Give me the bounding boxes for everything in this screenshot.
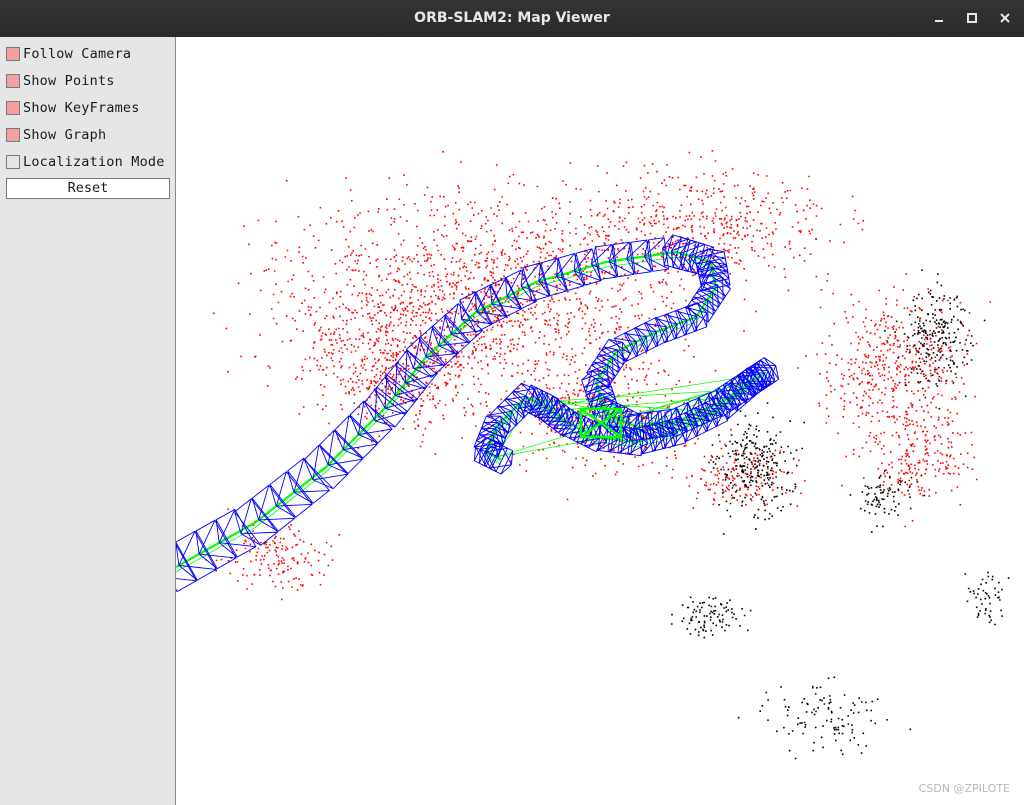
localization-mode-checkbox[interactable] [6, 155, 20, 169]
minimize-icon[interactable] [930, 9, 948, 27]
options-panel: Follow Camera Show Points Show KeyFrames… [0, 37, 176, 805]
keyframe-trajectory [176, 234, 780, 593]
localization-mode-label: Localization Mode [23, 154, 165, 170]
window-title: ORB-SLAM2: Map Viewer [414, 10, 610, 26]
reset-button[interactable]: Reset [6, 178, 170, 199]
map-viewport[interactable] [176, 37, 1024, 805]
show-points-checkbox[interactable] [6, 74, 20, 88]
show-keyframes-checkbox[interactable] [6, 101, 20, 115]
follow-camera-option[interactable]: Follow Camera [6, 45, 131, 63]
show-keyframes-option[interactable]: Show KeyFrames [6, 99, 140, 117]
map-canvas[interactable] [176, 37, 1024, 805]
show-graph-option[interactable]: Show Graph [6, 126, 106, 144]
show-keyframes-label: Show KeyFrames [23, 100, 140, 116]
show-points-label: Show Points [23, 73, 115, 89]
reference-map-points [671, 269, 1010, 760]
window-titlebar[interactable]: ORB-SLAM2: Map Viewer [0, 0, 1024, 37]
show-points-option[interactable]: Show Points [6, 72, 115, 90]
watermark: CSDN @ZPILOTE [918, 782, 1010, 795]
show-graph-checkbox[interactable] [6, 128, 20, 142]
maximize-icon[interactable] [963, 9, 981, 27]
close-icon[interactable] [996, 9, 1014, 27]
show-graph-label: Show Graph [23, 127, 107, 143]
follow-camera-label: Follow Camera [23, 46, 132, 62]
localization-mode-option[interactable]: Localization Mode [6, 153, 165, 171]
follow-camera-checkbox[interactable] [6, 47, 20, 61]
